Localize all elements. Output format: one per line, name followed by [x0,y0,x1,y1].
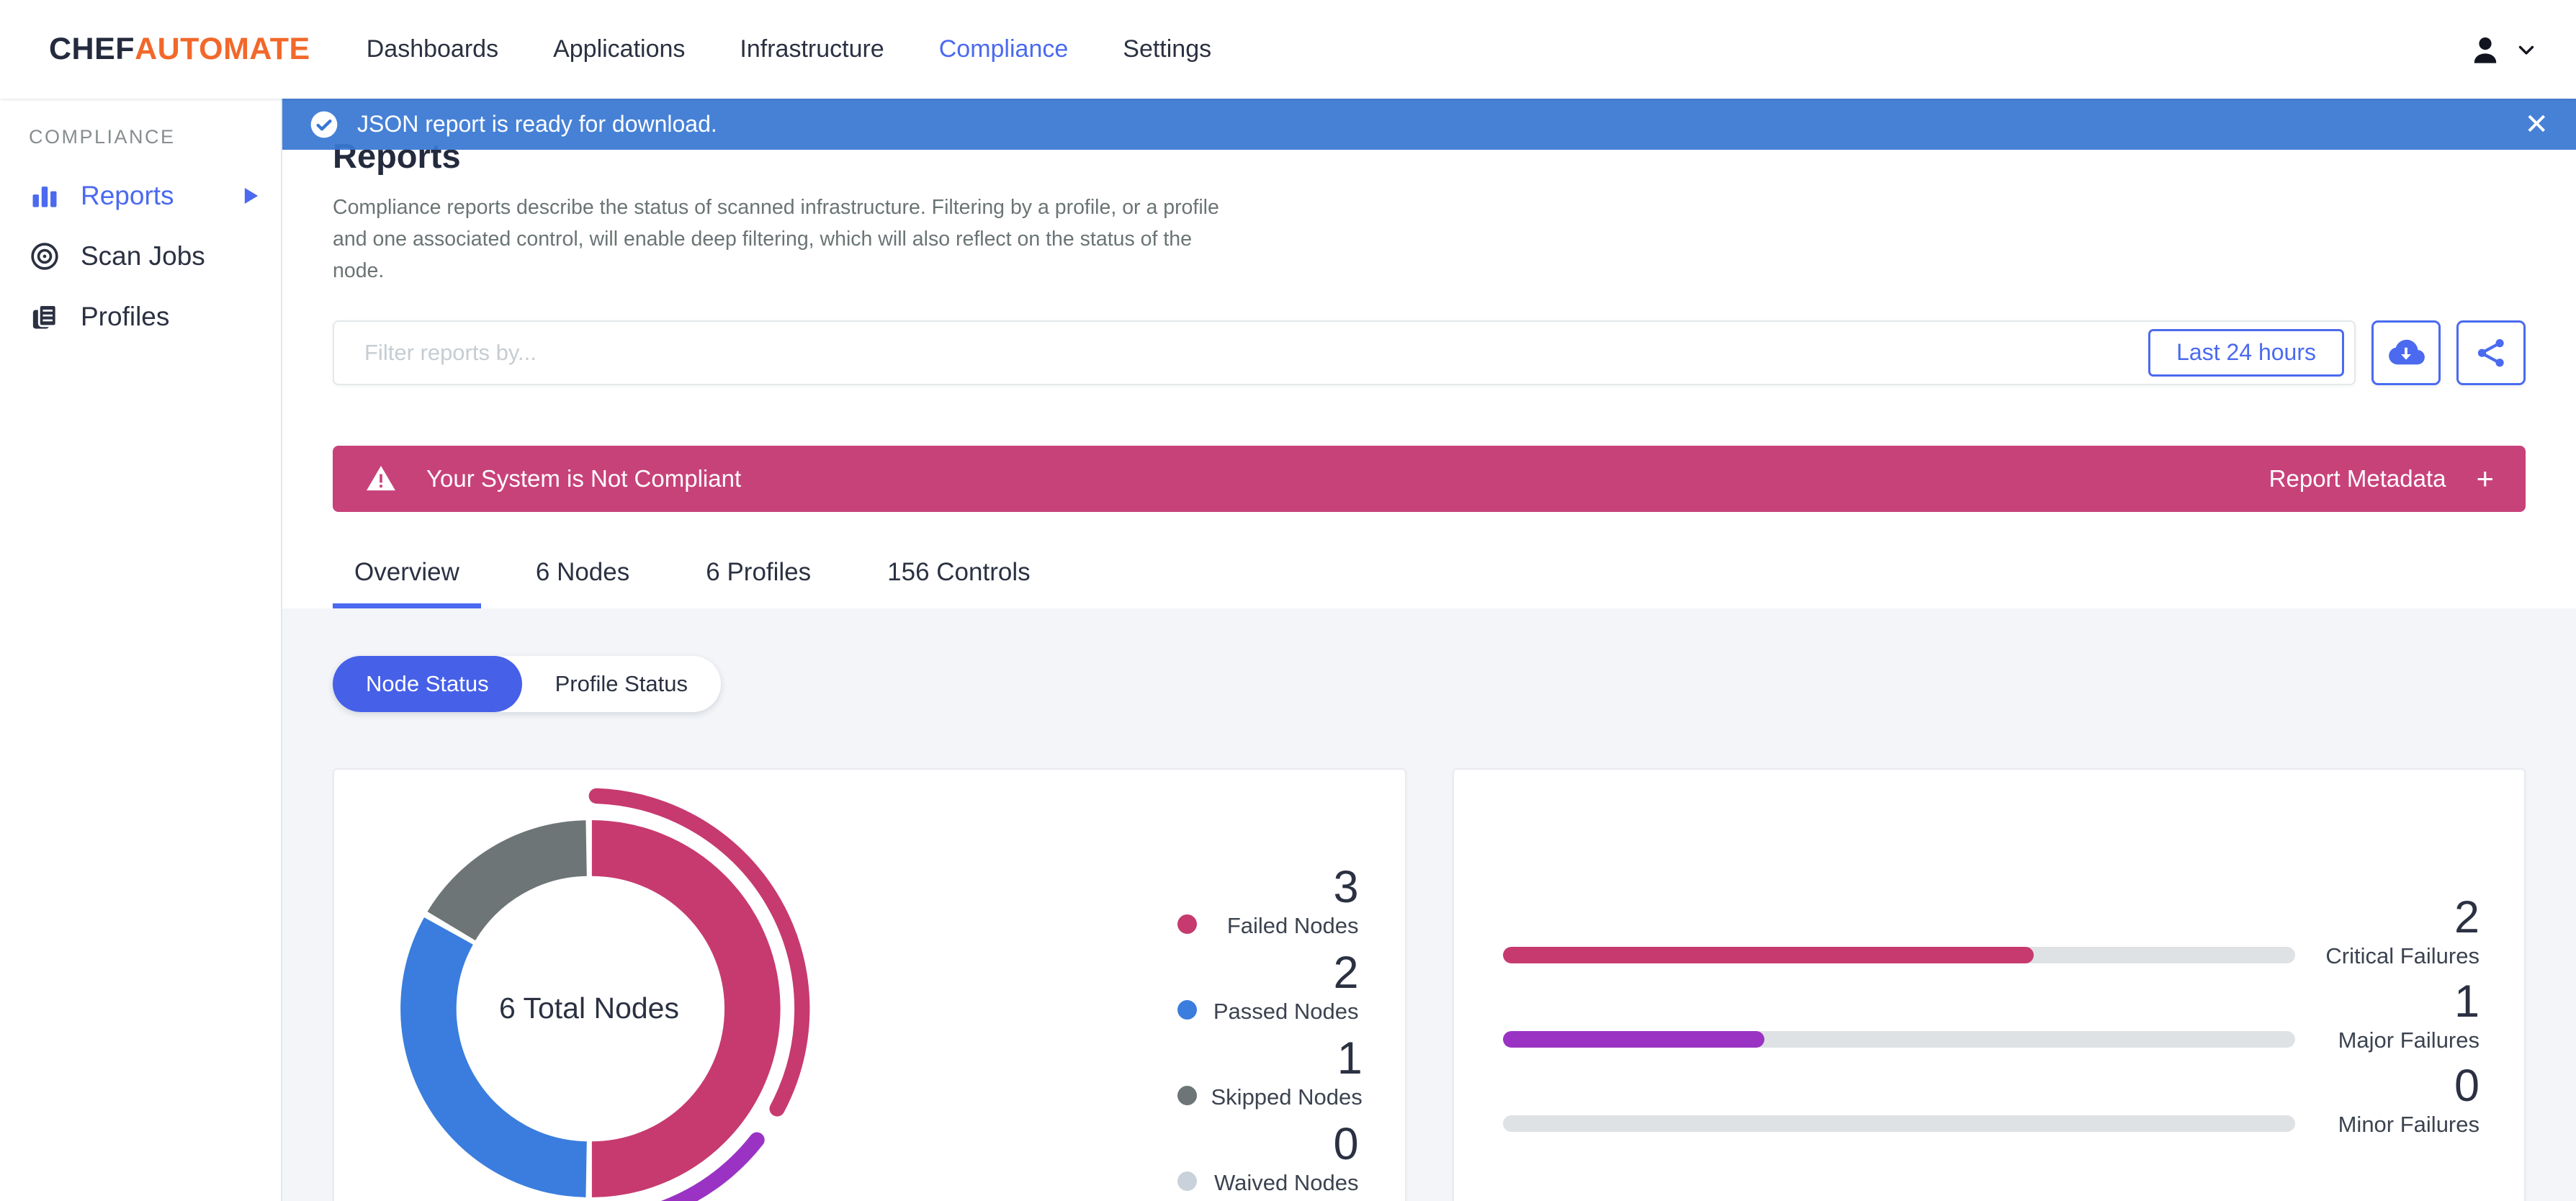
critical-failures-label: Critical Failures [2325,943,2479,968]
sidebar-item-label: Reports [81,181,174,210]
page-description: Compliance reports describe the status o… [333,196,1219,283]
filter-reports-input[interactable] [363,338,2149,366]
main-nav: Dashboards Applications Infrastructure C… [367,35,1211,63]
nav-item-dashboards[interactable]: Dashboards [367,35,498,63]
filter-bar: Last 24 hours [333,320,2356,385]
node-status-legend: 3 Failed Nodes 2 Passed Nodes 1 Skipped … [1177,863,1363,1197]
warning-triangle-icon [364,462,398,495]
nav-item-compliance[interactable]: Compliance [939,35,1069,63]
cloud-download-icon [2387,333,2425,372]
tab-nodes[interactable]: 6 Nodes [514,558,651,608]
waived-count: 0 [1333,1118,1359,1169]
passed-count: 2 [1333,947,1359,998]
major-failures-count: 1 [2454,976,2479,1027]
overview-cards: 6 Total Nodes 3 Failed Nodes 2 Passed No… [333,768,2526,1201]
major-failures-row[interactable]: 1 Major Failures [1502,976,2479,1053]
report-metadata-label: Report Metadata [2268,464,2446,492]
nav-item-settings[interactable]: Settings [1123,35,1211,63]
critical-failures-fill [1502,946,2034,963]
chef-automate-logo[interactable]: CHEFAUTOMATE [49,32,310,67]
chevron-down-icon [2514,37,2539,62]
tab-profiles[interactable]: 6 Profiles [684,558,833,608]
node-status-card: 6 Total Nodes 3 Failed Nodes 2 Passed No… [333,768,1406,1201]
documents-icon [29,301,60,333]
user-menu[interactable] [2468,32,2539,67]
report-metadata-toggle[interactable]: Report Metadata + [2268,461,2494,495]
share-report-button[interactable] [2456,320,2526,385]
critical-failures-track [1502,946,2295,963]
donut-svg [400,788,810,1201]
nav-item-applications[interactable]: Applications [553,35,685,63]
logo-automate-text: AUTOMATE [135,32,310,66]
overview-section: Node Status Profile Status 6 Total Nodes… [282,608,2576,1201]
skipped-dot-icon [1177,1085,1197,1105]
compliance-sidebar: COMPLIANCE Reports Scan Jobs Profiles [0,99,282,1201]
legend-item-skipped[interactable]: 1 Skipped Nodes [1177,1035,1363,1110]
major-failures-label: Major Failures [2338,1027,2479,1053]
node-status-toggle[interactable]: Node Status [333,655,522,712]
sidebar-item-label: Scan Jobs [81,241,205,271]
skipped-label: Skipped Nodes [1211,1084,1363,1110]
alert-message: Your System is Not Compliant [426,464,742,492]
profile-status-toggle[interactable]: Profile Status [522,656,721,712]
critical-failures-row[interactable]: 2 Critical Failures [1502,891,2479,969]
share-icon [2473,335,2509,371]
top-navbar: CHEFAUTOMATE Dashboards Applications Inf… [0,0,2576,99]
close-icon[interactable]: ✕ [2524,110,2549,139]
sidebar-item-profiles[interactable]: Profiles [0,287,281,347]
notification-message: JSON report is ready for download. [357,111,717,137]
sidebar-item-scan-jobs[interactable]: Scan Jobs [0,226,281,287]
caret-right-icon [243,186,259,205]
main-content: JSON report is ready for download. ✕ Rep… [282,99,2576,1201]
bar-chart-icon [29,180,60,212]
sidebar-item-label: Profiles [81,302,170,331]
skipped-count: 1 [1337,1033,1363,1084]
tab-controls[interactable]: 156 Controls [866,558,1051,608]
minor-failures-row[interactable]: 0 Minor Failures [1502,1060,2479,1138]
failed-label: Failed Nodes [1226,912,1359,938]
reports-header-section: Reports Compliance reports describe the … [282,99,2576,608]
time-range-button[interactable]: Last 24 hours [2148,328,2344,377]
download-report-button[interactable] [2371,320,2441,385]
waived-label: Waived Nodes [1214,1170,1359,1196]
sidebar-item-reports[interactable]: Reports [0,166,281,226]
system-not-compliant-banner: Your System is Not Compliant Report Meta… [333,445,2526,512]
sidebar-section-label: COMPLIANCE [29,126,176,148]
passed-label: Passed Nodes [1213,998,1359,1024]
notification-banner: JSON report is ready for download. ✕ [282,99,2576,150]
status-toggle: Node Status Profile Status [333,655,721,712]
plus-icon: + [2476,461,2494,495]
failure-severity-chart: 2 Critical Failures 1 Major Failures 0 M… [1502,891,2479,1138]
node-status-donut-chart[interactable]: 6 Total Nodes [359,778,820,1201]
report-tabs: Overview 6 Nodes 6 Profiles 156 Controls [333,558,2526,608]
tab-overview[interactable]: Overview [333,558,481,608]
passed-dot-icon [1177,999,1197,1020]
radar-icon [29,240,60,272]
nav-item-infrastructure[interactable]: Infrastructure [740,35,884,63]
failed-count: 3 [1333,861,1359,912]
legend-item-failed[interactable]: 3 Failed Nodes [1177,863,1359,939]
critical-failures-count: 2 [2454,891,2479,943]
minor-failures-count: 0 [2454,1060,2479,1111]
major-failures-track [1502,1030,2295,1048]
person-icon [2468,32,2503,67]
failed-dot-icon [1177,914,1197,934]
legend-item-passed[interactable]: 2 Passed Nodes [1177,949,1359,1025]
minor-failures-label: Minor Failures [2338,1111,2479,1137]
legend-item-waived[interactable]: 0 Waived Nodes [1177,1120,1359,1196]
waived-dot-icon [1177,1171,1197,1192]
logo-chef-text: CHEF [49,32,135,66]
filter-row: Last 24 hours [333,320,2526,385]
failure-severity-card: 2 Critical Failures 1 Major Failures 0 M… [1452,768,2526,1201]
check-circle-icon [310,110,338,139]
minor-failures-track [1502,1115,2295,1132]
major-failures-fill [1502,1030,1764,1048]
